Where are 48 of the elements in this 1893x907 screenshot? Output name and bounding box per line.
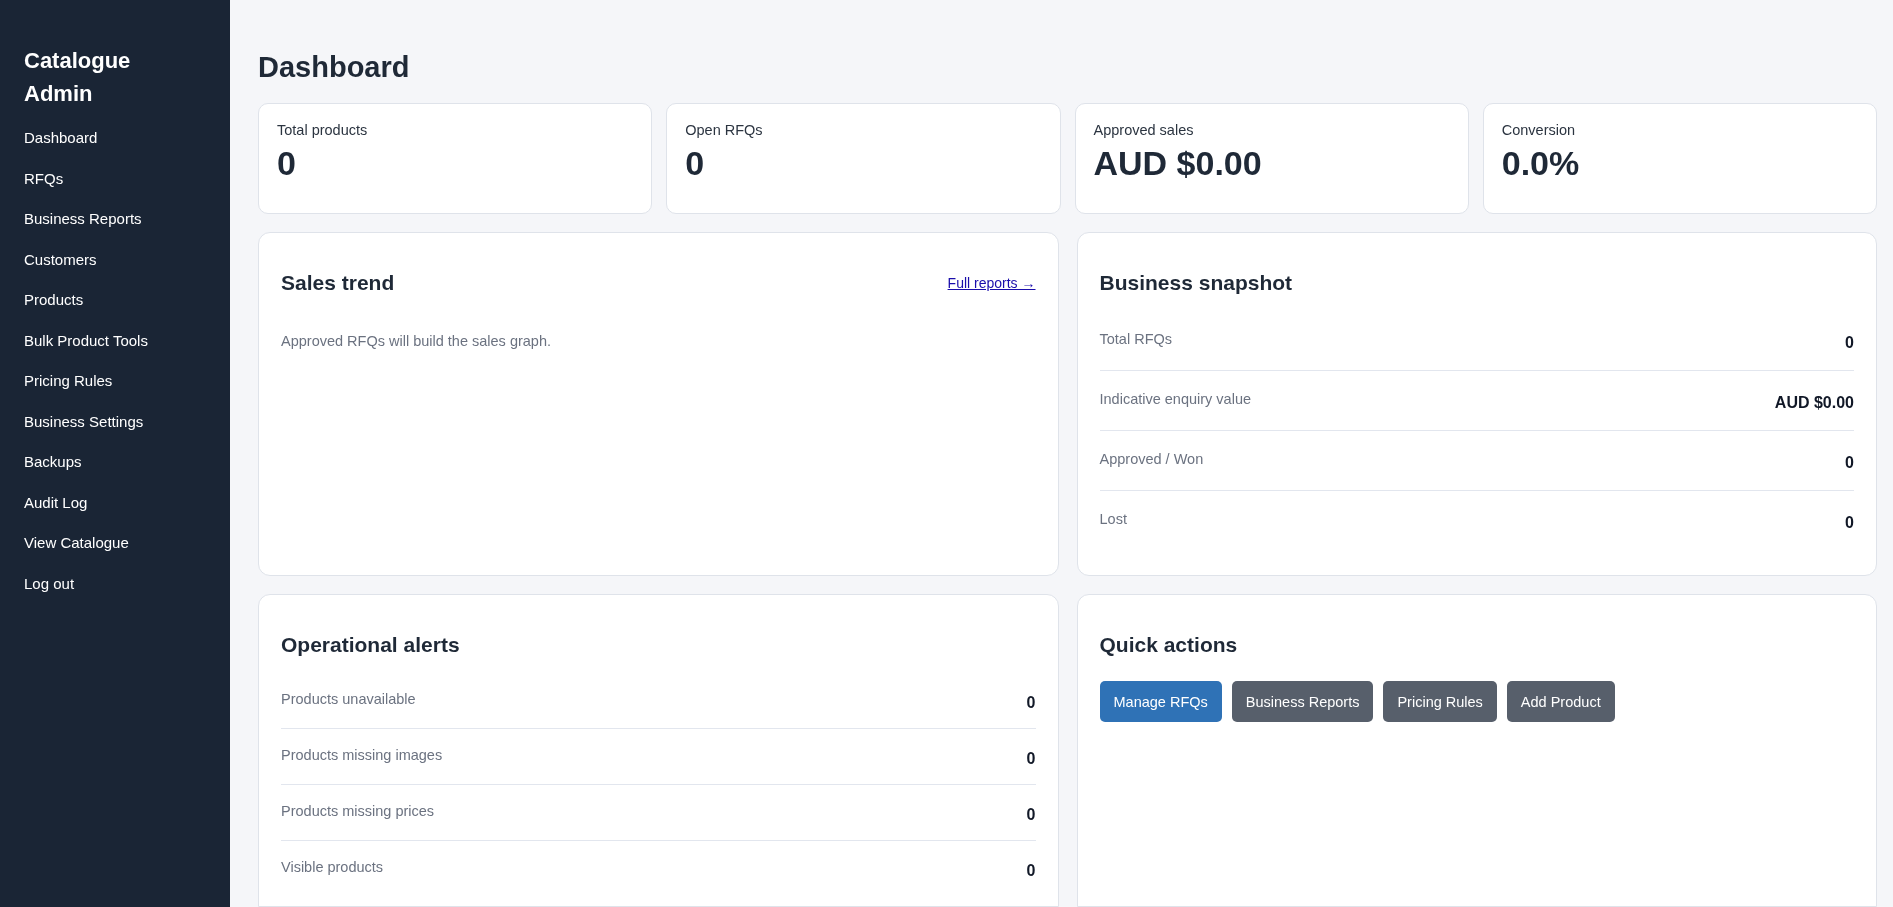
metric-value: 0 bbox=[1026, 692, 1036, 712]
nav-link[interactable]: Backups bbox=[24, 452, 82, 472]
action-button[interactable]: Add Product bbox=[1506, 681, 1615, 722]
page-title: Dashboard bbox=[258, 51, 411, 84]
action-button[interactable]: Manage RFQs bbox=[1099, 681, 1222, 722]
stat-value: AUD $0.00 bbox=[1093, 144, 1262, 183]
action-button[interactable]: Business Reports bbox=[1231, 681, 1374, 722]
stat-label: Total products bbox=[277, 122, 368, 138]
metric-label: Lost bbox=[1099, 511, 1127, 527]
stat-label: Approved sales bbox=[1093, 122, 1194, 138]
metric-value: AUD $0.00 bbox=[1774, 392, 1854, 412]
card-title: Business snapshot bbox=[1099, 271, 1293, 295]
nav-link[interactable]: Products bbox=[24, 290, 84, 310]
nav-link[interactable]: RFQs bbox=[24, 168, 64, 189]
nav-link[interactable]: Bulk Product Tools bbox=[24, 330, 148, 351]
metric-label: Total RFQs bbox=[1099, 330, 1172, 347]
brand-title: Catalogue Admin bbox=[24, 47, 132, 108]
card-title: Operational alerts bbox=[281, 633, 460, 657]
stat-label: Conversion bbox=[1501, 122, 1576, 138]
nav-link[interactable]: Customers bbox=[24, 249, 97, 270]
metric-label: Products unavailable bbox=[281, 690, 416, 707]
stat-label: Open RFQs bbox=[685, 122, 763, 138]
metric-value: 0 bbox=[1026, 748, 1036, 768]
metric-label: Products missing prices bbox=[281, 802, 435, 819]
nav-link[interactable]: View Catalogue bbox=[24, 533, 129, 553]
nav-link[interactable]: Log out bbox=[24, 573, 75, 594]
metric-value: 0 bbox=[1845, 513, 1854, 532]
metric-value: 0 bbox=[1026, 861, 1036, 880]
nav-link[interactable]: Business Settings bbox=[24, 411, 144, 432]
metric-label: Indicative enquiry value bbox=[1099, 390, 1252, 407]
metric-label: Approved / Won bbox=[1099, 450, 1204, 467]
metric-label: Products missing images bbox=[281, 746, 443, 763]
action-button[interactable]: Pricing Rules bbox=[1383, 681, 1497, 722]
card-title: Sales trend bbox=[281, 271, 395, 295]
stat-value: 0.0% bbox=[1501, 144, 1580, 183]
metric-value: 0 bbox=[1845, 332, 1854, 352]
empty-message: Approved RFQs will build the sales graph. bbox=[281, 333, 551, 349]
metric-value: 0 bbox=[1845, 452, 1854, 472]
nav-link[interactable]: Business Reports bbox=[24, 209, 142, 229]
nav-link[interactable]: Dashboard bbox=[24, 128, 98, 148]
card-title: Quick actions bbox=[1099, 633, 1238, 657]
nav-link[interactable]: Pricing Rules bbox=[24, 371, 113, 391]
stat-value: 0 bbox=[277, 144, 296, 183]
nav-link[interactable]: Audit Log bbox=[24, 492, 88, 513]
metric-value: 0 bbox=[1026, 804, 1036, 824]
full-reports-link[interactable]: Full reports → bbox=[947, 275, 1036, 291]
stat-value: 0 bbox=[685, 144, 705, 183]
metric-label: Visible products bbox=[281, 859, 384, 875]
